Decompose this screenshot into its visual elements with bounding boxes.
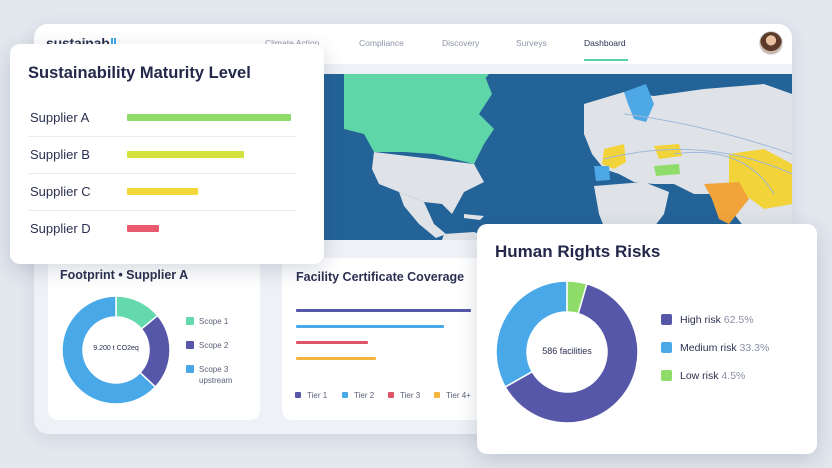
supplier-label: Supplier A	[30, 110, 90, 125]
maturity-title: Sustainability Maturity Level	[28, 64, 251, 82]
legend-swatch	[661, 370, 672, 381]
maturity-bar	[127, 225, 159, 232]
nav-compliance[interactable]: Compliance	[359, 38, 404, 48]
legend-swatch	[434, 392, 440, 398]
legend-tier-4: Tier 4+	[434, 391, 471, 400]
nav-dashboard[interactable]: Dashboard	[584, 38, 626, 48]
maturity-bar	[127, 151, 244, 158]
world-map[interactable]	[324, 74, 792, 240]
footprint-title: Footprint • Supplier A	[60, 268, 189, 282]
legend-scope-3: Scope 3 upstream	[199, 365, 233, 385]
human-rights-card: Human Rights Risks 586 facilities High r…	[477, 224, 817, 454]
legend-scope-1: Scope 1	[199, 317, 229, 326]
maturity-row: Supplier B	[28, 136, 296, 174]
legend-low-risk: Low risk 4.5%	[680, 370, 746, 382]
legend-swatch	[661, 342, 672, 353]
legend-swatch	[186, 365, 194, 373]
facilities-count: 586 facilities	[542, 346, 592, 356]
maturity-card: Sustainability Maturity Level Supplier A…	[10, 44, 324, 264]
legend-swatch	[186, 341, 194, 349]
medium-risk-slice[interactable]	[495, 280, 568, 388]
legend-medium-risk: Medium risk 33.3%	[680, 342, 770, 354]
active-tab-indicator	[584, 59, 628, 61]
legend-tier-1: Tier 1	[295, 391, 327, 400]
facility-bar	[296, 341, 368, 344]
legend-swatch	[661, 314, 672, 325]
world-map-graphic	[344, 74, 792, 240]
footprint-total: 9.200 t CO2eq	[93, 345, 139, 352]
legend-scope-2: Scope 2	[199, 341, 229, 350]
nav-discovery[interactable]: Discovery	[442, 38, 479, 48]
supplier-label: Supplier B	[30, 147, 90, 162]
maturity-row: Supplier C	[28, 173, 296, 211]
nav-surveys[interactable]: Surveys	[516, 38, 547, 48]
footprint-card: Footprint • Supplier A 9.200 t CO2eq Sco…	[48, 258, 260, 420]
legend-tier-2: Tier 2	[342, 391, 374, 400]
maturity-row: Supplier A	[28, 99, 296, 137]
facility-title: Facility Certificate Coverage	[296, 270, 465, 284]
human-rights-title: Human Rights Risks	[495, 242, 661, 261]
legend-swatch	[295, 392, 301, 398]
maturity-row: Supplier D	[28, 210, 296, 247]
legend-swatch	[186, 317, 194, 325]
maturity-bar	[127, 188, 198, 195]
legend-swatch	[342, 392, 348, 398]
user-avatar[interactable]	[759, 31, 783, 55]
legend-swatch	[388, 392, 394, 398]
facility-bar	[296, 325, 444, 328]
maturity-bar	[127, 114, 291, 121]
legend-high-risk: High risk 62.5%	[680, 314, 754, 326]
supplier-label: Supplier C	[30, 184, 91, 199]
facility-bar	[296, 309, 471, 312]
legend-tier-3: Tier 3	[388, 391, 420, 400]
facility-bar	[296, 357, 376, 360]
supplier-label: Supplier D	[30, 221, 91, 236]
